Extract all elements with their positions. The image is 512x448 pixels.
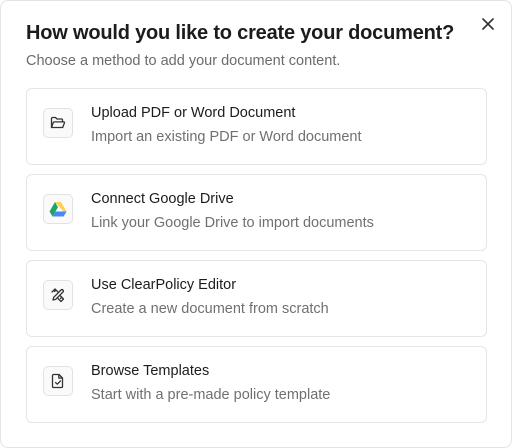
option-upload-document[interactable]: Upload PDF or Word Document Import an ex… bbox=[26, 88, 487, 165]
pencil-ruler-icon bbox=[43, 280, 73, 310]
dialog-title: How would you like to create your docume… bbox=[26, 22, 455, 44]
option-list: Upload PDF or Word Document Import an ex… bbox=[26, 88, 487, 432]
folder-open-icon bbox=[43, 108, 73, 138]
option-clearpolicy-editor[interactable]: Use ClearPolicy Editor Create a new docu… bbox=[26, 260, 487, 337]
file-check-icon bbox=[43, 366, 73, 396]
option-title: Browse Templates bbox=[91, 363, 210, 379]
option-google-drive[interactable]: Connect Google Drive Link your Google Dr… bbox=[26, 174, 487, 251]
option-title: Upload PDF or Word Document bbox=[91, 105, 296, 121]
google-drive-icon bbox=[43, 194, 73, 224]
dialog-subtitle: Choose a method to add your document con… bbox=[26, 53, 341, 69]
option-description: Create a new document from scratch bbox=[91, 301, 329, 317]
close-button[interactable] bbox=[479, 15, 497, 33]
option-description: Import an existing PDF or Word document bbox=[91, 129, 362, 145]
option-title: Connect Google Drive bbox=[91, 191, 234, 207]
option-description: Start with a pre-made policy template bbox=[91, 387, 331, 403]
create-document-dialog: How would you like to create your docume… bbox=[0, 0, 512, 448]
close-icon bbox=[482, 18, 494, 30]
option-title: Use ClearPolicy Editor bbox=[91, 277, 237, 293]
option-browse-templates[interactable]: Browse Templates Start with a pre-made p… bbox=[26, 346, 487, 423]
option-description: Link your Google Drive to import documen… bbox=[91, 215, 374, 231]
